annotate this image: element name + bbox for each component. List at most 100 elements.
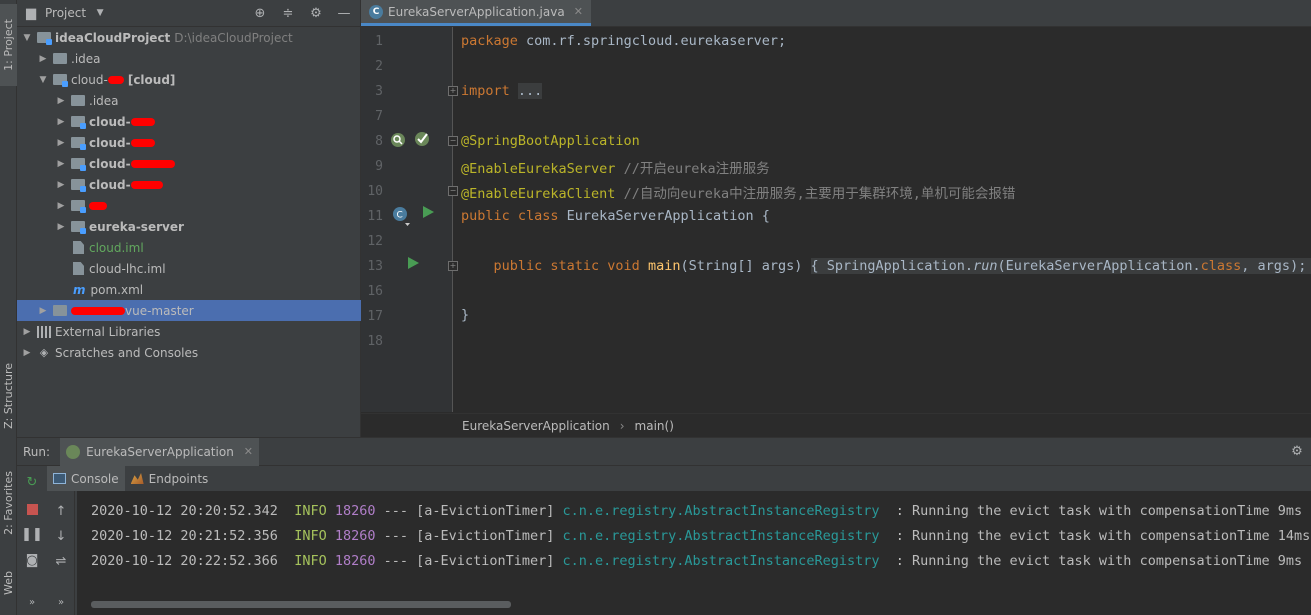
horizontal-scrollbar[interactable] xyxy=(91,601,511,608)
gear-icon[interactable]: ⚙ xyxy=(1289,444,1305,460)
spring-bean-icon[interactable] xyxy=(389,131,407,149)
editor-tab-eureka[interactable]: C EurekaServerApplication.java ✕ xyxy=(361,0,591,26)
tree-item-cloud-lhc-iml[interactable]: cloud-lhc.iml xyxy=(17,258,361,279)
log-level: INFO xyxy=(294,553,327,569)
folded-imports[interactable]: ... xyxy=(517,83,543,99)
breadcrumb-method[interactable]: main() xyxy=(635,419,674,433)
chevron-down-icon[interactable]: ▼ xyxy=(92,5,108,21)
tree-item-scratches[interactable]: ▶ ◈ Scratches and Consoles xyxy=(17,342,361,363)
gear-icon[interactable]: ⚙ xyxy=(308,5,324,21)
breadcrumb-class[interactable]: EurekaServerApplication xyxy=(462,419,610,433)
line-number: 16 xyxy=(367,284,383,299)
tree-item-root[interactable]: ▼ ideaCloudProject D:\ideaCloudProject xyxy=(17,27,361,48)
tree-item-cloud-b[interactable]: ▶ cloud- xyxy=(17,132,361,153)
arrow-down-icon[interactable]: ↓ xyxy=(53,528,69,544)
favorites-tool-tab[interactable]: 2: Favorites xyxy=(0,458,17,548)
tree-item-cloud-api[interactable]: ▶ cloud- xyxy=(17,111,361,132)
soft-wrap-icon[interactable]: ⇌ xyxy=(53,553,69,569)
tree-item-pom[interactable]: m pom.xml xyxy=(17,279,361,300)
tree-item-label: cloud-lhc.iml xyxy=(89,261,166,276)
spring-config-icon[interactable] xyxy=(413,129,431,147)
collapse-all-icon[interactable]: ≑ xyxy=(280,5,296,21)
spring-boot-app-icon[interactable]: C xyxy=(391,205,411,227)
code-line-1: package com.rf.springcloud.eurekaserver; xyxy=(461,33,786,49)
chevron-right-icon[interactable]: ▶ xyxy=(21,348,33,358)
fold-expand-icon[interactable]: + xyxy=(448,261,458,271)
camera-icon[interactable]: ◙ xyxy=(24,552,40,568)
console-output[interactable]: 2020-10-12 20:20:52.342 INFO 18260 --- [… xyxy=(77,491,1311,615)
chevron-right-icon[interactable]: ▶ xyxy=(55,201,67,211)
tree-item-eureka-server[interactable]: ▶ eureka-server xyxy=(17,216,361,237)
tree-item-label: ideaCloudProject xyxy=(55,30,171,45)
pause-icon[interactable]: ❚❚ xyxy=(21,526,43,542)
project-panel-title[interactable]: Project xyxy=(45,6,86,20)
svg-text:C: C xyxy=(397,211,403,221)
file-icon xyxy=(73,241,84,254)
tree-item-cloud-module[interactable]: ▼ cloud- [cloud] xyxy=(17,69,361,90)
chevron-down-icon[interactable]: ▼ xyxy=(37,75,49,85)
redaction-mark xyxy=(71,306,125,315)
tab-endpoints[interactable]: Endpoints xyxy=(125,466,215,491)
console-toolbar: ↑ ↓ ⇌ » xyxy=(49,491,75,615)
log-sep: --- xyxy=(383,528,409,544)
tree-item-cloud-c[interactable]: ▶ cloud- xyxy=(17,153,361,174)
redaction-mark xyxy=(89,201,107,210)
tree-item-cloud-iml[interactable]: cloud.iml xyxy=(17,237,361,258)
folder-icon xyxy=(37,32,52,45)
run-icon[interactable] xyxy=(421,205,435,219)
log-level: INFO xyxy=(294,503,327,519)
fold-expand-icon[interactable]: + xyxy=(448,86,458,96)
project-tool-tab[interactable]: 1: Project xyxy=(0,4,17,86)
chevron-right-icon[interactable]: ▶ xyxy=(21,327,33,337)
tree-item-external-libraries[interactable]: ▶ External Libraries xyxy=(17,321,361,342)
tree-item-label: .idea xyxy=(89,93,119,108)
editor-area: C EurekaServerApplication.java ✕ 1 2 3 7… xyxy=(361,0,1311,437)
chevron-right-icon[interactable]: ▶ xyxy=(37,306,49,316)
tree-item-vue-master[interactable]: ▶ vue-master xyxy=(17,300,361,321)
tree-item-cloud-d[interactable]: ▶ cloud- xyxy=(17,174,361,195)
web-tool-tab-label: Web xyxy=(2,571,15,595)
chevron-right-icon[interactable]: ▶ xyxy=(37,54,49,64)
fold-collapse-icon[interactable]: − xyxy=(448,136,458,146)
close-icon[interactable]: ✕ xyxy=(574,5,583,18)
chevron-right-icon[interactable]: ▶ xyxy=(55,117,67,127)
chevron-right-icon[interactable]: ▶ xyxy=(55,180,67,190)
folded-method-body[interactable]: { SpringApplication.run(EurekaServerAppl… xyxy=(810,258,1311,274)
chevron-right-icon[interactable]: ▶ xyxy=(55,138,67,148)
line-number: 12 xyxy=(367,234,383,249)
hide-icon[interactable]: — xyxy=(336,5,352,21)
more-icon[interactable]: » xyxy=(53,594,69,610)
code-comment: //开启eureka注册服务 xyxy=(615,161,770,177)
project-tool-tab-label: 1: Project xyxy=(2,19,15,71)
run-tab-eureka[interactable]: EurekaServerApplication ✕ xyxy=(60,437,260,466)
tree-item-label: vue-master xyxy=(125,303,194,318)
line-number: 13 xyxy=(367,259,383,274)
code-keyword: package xyxy=(461,33,518,49)
structure-tool-tab[interactable]: Z: Structure xyxy=(0,352,17,440)
close-icon[interactable]: ✕ xyxy=(244,445,253,458)
chevron-right-icon[interactable]: ▶ xyxy=(55,222,67,232)
tab-console[interactable]: Console xyxy=(47,466,125,491)
web-tool-tab[interactable]: Web xyxy=(0,558,17,608)
locate-icon[interactable]: ⊕ xyxy=(252,5,268,21)
rerun-icon[interactable]: ↻ xyxy=(24,474,40,490)
stop-icon[interactable] xyxy=(24,501,40,517)
run-icon[interactable] xyxy=(406,256,420,270)
tree-item-redacted[interactable]: ▶ xyxy=(17,195,361,216)
line-number: 3 xyxy=(375,84,383,99)
breadcrumb: EurekaServerApplication › main() xyxy=(361,413,1311,437)
tree-item-idea-inner[interactable]: ▶ .idea xyxy=(17,90,361,111)
chevron-right-icon[interactable]: ▶ xyxy=(55,96,67,106)
tree-item-idea[interactable]: ▶ .idea xyxy=(17,48,361,69)
log-logger: c.n.e.registry.AbstractInstanceRegistry xyxy=(562,528,880,544)
run-panel: Run: EurekaServerApplication ✕ ⚙ Console… xyxy=(17,437,1311,615)
arrow-up-icon[interactable]: ↑ xyxy=(53,503,69,519)
line-number: 10 xyxy=(367,184,383,199)
chevron-down-icon[interactable]: ▼ xyxy=(21,33,33,43)
more-icon[interactable]: » xyxy=(24,594,40,610)
chevron-right-icon[interactable]: ▶ xyxy=(55,159,67,169)
code-line-17: } xyxy=(461,307,470,323)
folder-icon xyxy=(71,116,86,129)
log-thread: [a-EvictionTimer] xyxy=(416,528,555,544)
fold-collapse-icon[interactable]: − xyxy=(448,186,458,196)
